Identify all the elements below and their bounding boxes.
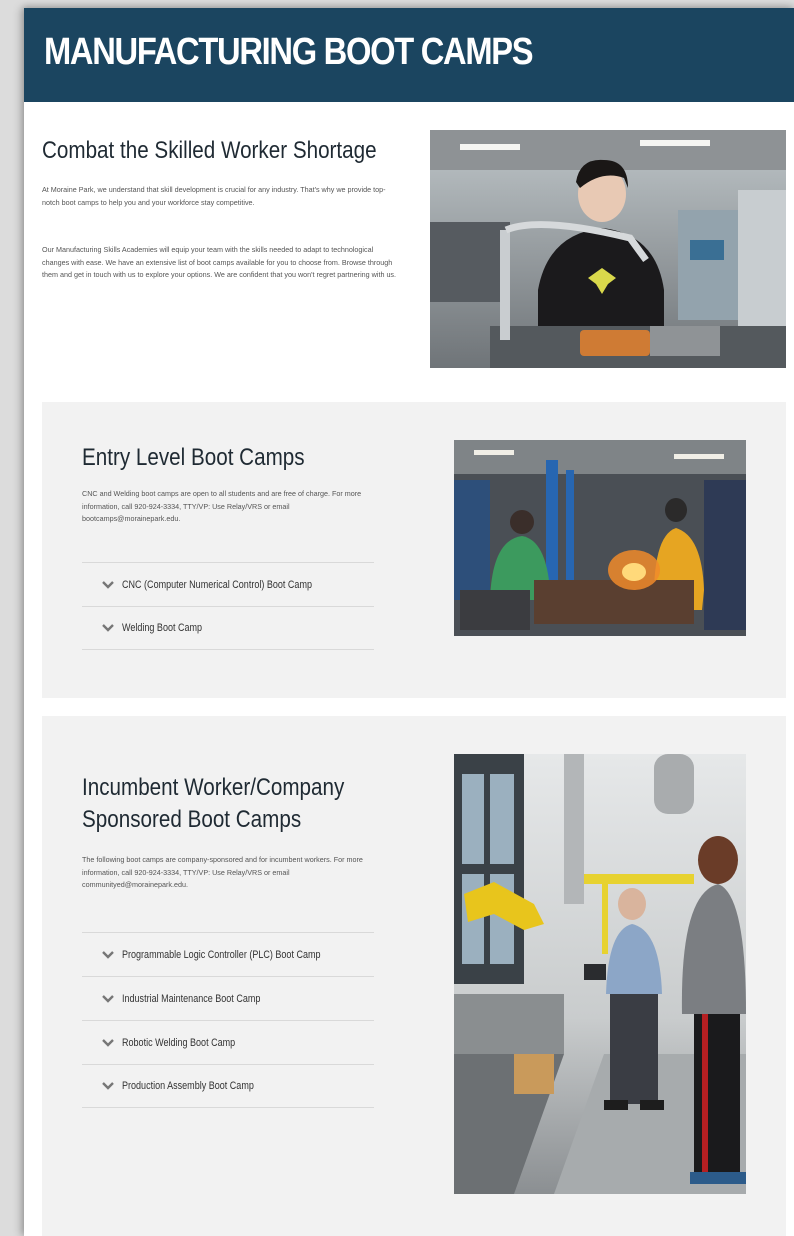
- student-lathe-illustration: [430, 130, 786, 368]
- entry-level-text-end: .: [178, 514, 181, 524]
- chevron-down-icon: [102, 580, 114, 589]
- accordion-label: Industrial Maintenance Boot Camp: [122, 992, 261, 1005]
- chevron-down-icon: [102, 1038, 114, 1047]
- incumbent-text-end: .: [185, 880, 188, 890]
- chevron-down-icon: [102, 950, 114, 959]
- entry-level-section: Entry Level Boot Camps CNC and Welding b…: [42, 402, 786, 698]
- accordion-item-welding[interactable]: Welding Boot Camp: [82, 606, 374, 650]
- intro-paragraph-1: At Moraine Park, we understand that skil…: [42, 185, 386, 207]
- accordion-item-robotic-welding[interactable]: Robotic Welding Boot Camp: [82, 1020, 374, 1064]
- incumbent-heading: Incumbent Worker/Company Sponsored Boot …: [82, 774, 345, 833]
- accordion-item-production-assembly[interactable]: Production Assembly Boot Camp: [82, 1064, 374, 1108]
- chevron-down-icon: [102, 1082, 114, 1090]
- incumbent-paragraph: The following boot camps are company-spo…: [82, 854, 382, 892]
- accordion-item-industrial-maintenance[interactable]: Industrial Maintenance Boot Camp: [82, 976, 374, 1020]
- entry-level-paragraph: CNC and Welding boot camps are open to a…: [82, 488, 382, 526]
- incumbent-section: Incumbent Worker/Company Sponsored Boot …: [42, 716, 786, 1236]
- page-title: MANUFACTURING BOOT CAMPS: [44, 31, 534, 73]
- student-lathe-photo: [430, 130, 786, 368]
- intro-heading: Combat the Skilled Worker Shortage: [42, 137, 377, 164]
- accordion-item-plc[interactable]: Programmable Logic Controller (PLC) Boot…: [82, 932, 374, 976]
- welding-shop-illustration: [454, 440, 746, 636]
- accordion-label: Welding Boot Camp: [122, 622, 203, 634]
- entry-accordion: CNC (Computer Numerical Control) Boot Ca…: [82, 562, 374, 650]
- chevron-down-icon: [102, 624, 114, 632]
- incumbent-accordion: Programmable Logic Controller (PLC) Boot…: [82, 932, 374, 1108]
- accordion-label: Production Assembly Boot Camp: [122, 1080, 254, 1092]
- accordion-item-cnc[interactable]: CNC (Computer Numerical Control) Boot Ca…: [82, 562, 374, 606]
- welding-shop-photo: [454, 440, 746, 636]
- accordion-label: CNC (Computer Numerical Control) Boot Ca…: [122, 578, 312, 591]
- incumbent-text: The following boot camps are company-spo…: [82, 855, 363, 877]
- accordion-label: Programmable Logic Controller (PLC) Boot…: [122, 948, 321, 961]
- intro-section: Combat the Skilled Worker Shortage At Mo…: [24, 102, 794, 402]
- entry-email-link[interactable]: bootcamps@morainepark.edu: [82, 514, 178, 523]
- entry-level-heading: Entry Level Boot Camps: [82, 444, 305, 471]
- incumbent-email-link[interactable]: communityed@morainepark.edu: [82, 880, 186, 889]
- chevron-down-icon: [102, 994, 114, 1003]
- robotics-lab-illustration: [454, 754, 746, 1194]
- page-banner: MANUFACTURING BOOT CAMPS: [24, 8, 794, 102]
- accordion-label: Robotic Welding Boot Camp: [122, 1036, 236, 1049]
- robotics-lab-photo: [454, 754, 746, 1194]
- page: MANUFACTURING BOOT CAMPS Combat the Skil…: [24, 8, 794, 1236]
- intro-paragraph-2: Our Manufacturing Skills Academies will …: [42, 245, 397, 280]
- entry-level-text: CNC and Welding boot camps are open to a…: [82, 489, 362, 511]
